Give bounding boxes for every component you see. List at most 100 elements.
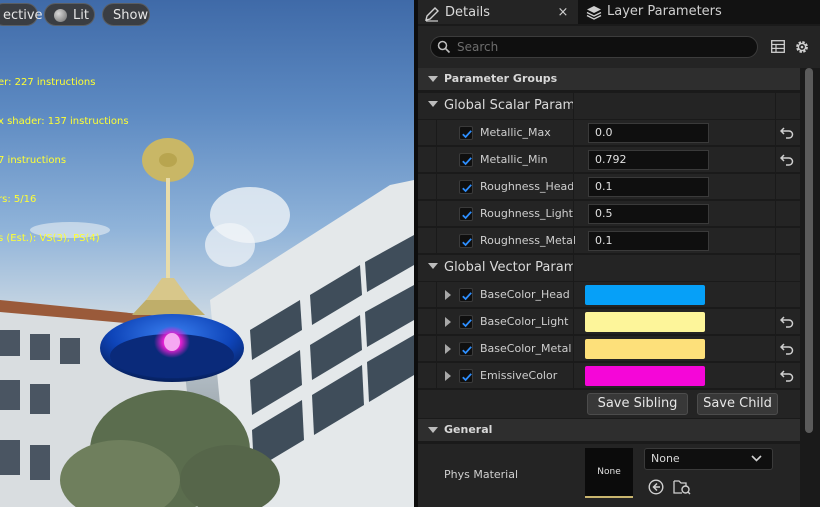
expand-arrow-icon[interactable] [445,344,451,354]
group-global-scalar[interactable]: Global Scalar Paramet [418,93,800,120]
details-panel: Details × Layer Parameters Search Parame… [418,0,820,507]
param-name: Metallic_Min [480,153,548,166]
column-divider [573,309,574,335]
indent-line [436,201,437,227]
browse-folder-icon[interactable] [673,478,691,495]
column-divider [573,255,574,281]
stats-line: rs: 5/16 [0,194,37,205]
lit-sphere-icon [54,9,67,22]
reset-to-default-icon[interactable] [780,154,794,166]
tab-layer-parameters[interactable]: Layer Parameters [582,0,762,24]
browse-arrow-icon[interactable] [648,479,664,495]
scalar-value-field[interactable]: 0.1 [588,177,709,197]
group-label: Global Vector Paramet [444,260,574,275]
column-divider [573,228,574,254]
column-divider [573,363,574,389]
scalar-value-field[interactable]: 0.792 [588,150,709,170]
scalar-value-field[interactable]: 0.5 [588,204,709,224]
column-divider [573,147,574,173]
gear-icon[interactable] [794,39,810,55]
column-divider [775,309,776,335]
param-enable-checkbox[interactable] [459,234,473,248]
param-enable-checkbox[interactable] [459,288,473,302]
indent-line [436,120,437,146]
collapse-arrow-icon [428,427,438,433]
color-swatch[interactable] [585,366,705,386]
color-swatch[interactable] [585,339,705,359]
checkmark-icon [462,238,472,247]
param-row-roughness-light: Roughness_Light 0.5 [418,201,800,227]
column-divider [573,93,574,119]
scrollbar-thumb[interactable] [805,68,813,433]
column-divider [573,174,574,200]
checkmark-icon [462,184,472,193]
indent-line [436,282,437,308]
param-row-basecolor-metal: BaseColor_Metal [418,336,800,362]
lit-label: Lit [73,8,89,23]
reset-to-default-icon[interactable] [780,343,794,355]
group-label: Global Scalar Paramet [444,98,574,113]
close-tab-icon[interactable]: × [555,2,571,24]
indent-line [436,363,437,389]
column-divider [775,174,776,200]
tab-details[interactable]: Details × [418,0,578,24]
reset-to-default-icon[interactable] [780,316,794,328]
phys-material-combo[interactable]: None [644,448,773,470]
checkmark-icon [462,130,472,139]
scalar-value-field[interactable]: 0.0 [588,123,709,143]
expand-arrow-icon[interactable] [445,290,451,300]
color-swatch[interactable] [585,285,705,305]
reset-to-default-icon[interactable] [780,127,794,139]
collapse-arrow-icon [428,101,438,107]
search-box[interactable] [430,36,758,58]
param-enable-checkbox[interactable] [459,126,473,140]
group-global-vector[interactable]: Global Vector Paramet [418,255,800,282]
tab-details-label: Details [445,5,491,20]
checkmark-icon [462,292,472,301]
expand-arrow-icon[interactable] [445,371,451,381]
indent-line [436,336,437,362]
save-sibling-button[interactable]: Save Sibling [587,393,688,415]
tab-layer-parameters-label: Layer Parameters [607,4,722,19]
details-content: Parameter Groups Global Scalar Paramet M… [418,68,800,507]
property-matrix-icon[interactable] [771,40,785,53]
chevron-down-icon [751,455,762,462]
combo-value: None [651,452,680,465]
param-name: EmissiveColor [480,369,558,382]
checkmark-icon [462,211,472,220]
param-enable-checkbox[interactable] [459,369,473,383]
search-icon [437,40,451,54]
details-scrollbar[interactable] [800,68,820,507]
column-divider [775,336,776,362]
checkmark-icon [462,373,472,382]
expand-arrow-icon[interactable] [445,317,451,327]
show-button[interactable]: Show [102,3,150,26]
param-enable-checkbox[interactable] [459,207,473,221]
param-enable-checkbox[interactable] [459,153,473,167]
save-child-button[interactable]: Save Child [697,393,778,415]
section-parameter-groups[interactable]: Parameter Groups [418,68,800,90]
scalar-value-field[interactable]: 0.1 [588,231,709,251]
shader-stats: er: 227 instructions x shader: 137 instr… [0,50,129,271]
search-input[interactable] [457,38,747,56]
section-label: Parameter Groups [444,72,558,85]
collapse-arrow-icon [428,76,438,82]
indent-line [436,228,437,254]
level-viewport[interactable]: ective Lit Show er: 227 instructions x s… [0,0,414,507]
asset-thumbnail[interactable]: None [585,448,633,498]
checkmark-icon [462,157,472,166]
param-enable-checkbox[interactable] [459,315,473,329]
save-buttons-row: Save Sibling Save Child [418,390,800,418]
lit-view-mode-button[interactable]: Lit [44,3,95,26]
indent-line [436,174,437,200]
param-enable-checkbox[interactable] [459,342,473,356]
perspective-button[interactable]: ective [0,3,43,26]
param-name: Roughness_Head [480,180,575,193]
param-enable-checkbox[interactable] [459,180,473,194]
section-general[interactable]: General [418,419,800,441]
param-name: BaseColor_Light [480,315,569,328]
section-label: General [444,423,493,436]
param-row-emissive-color: EmissiveColor [418,363,800,389]
reset-to-default-icon[interactable] [780,370,794,382]
color-swatch[interactable] [585,312,705,332]
